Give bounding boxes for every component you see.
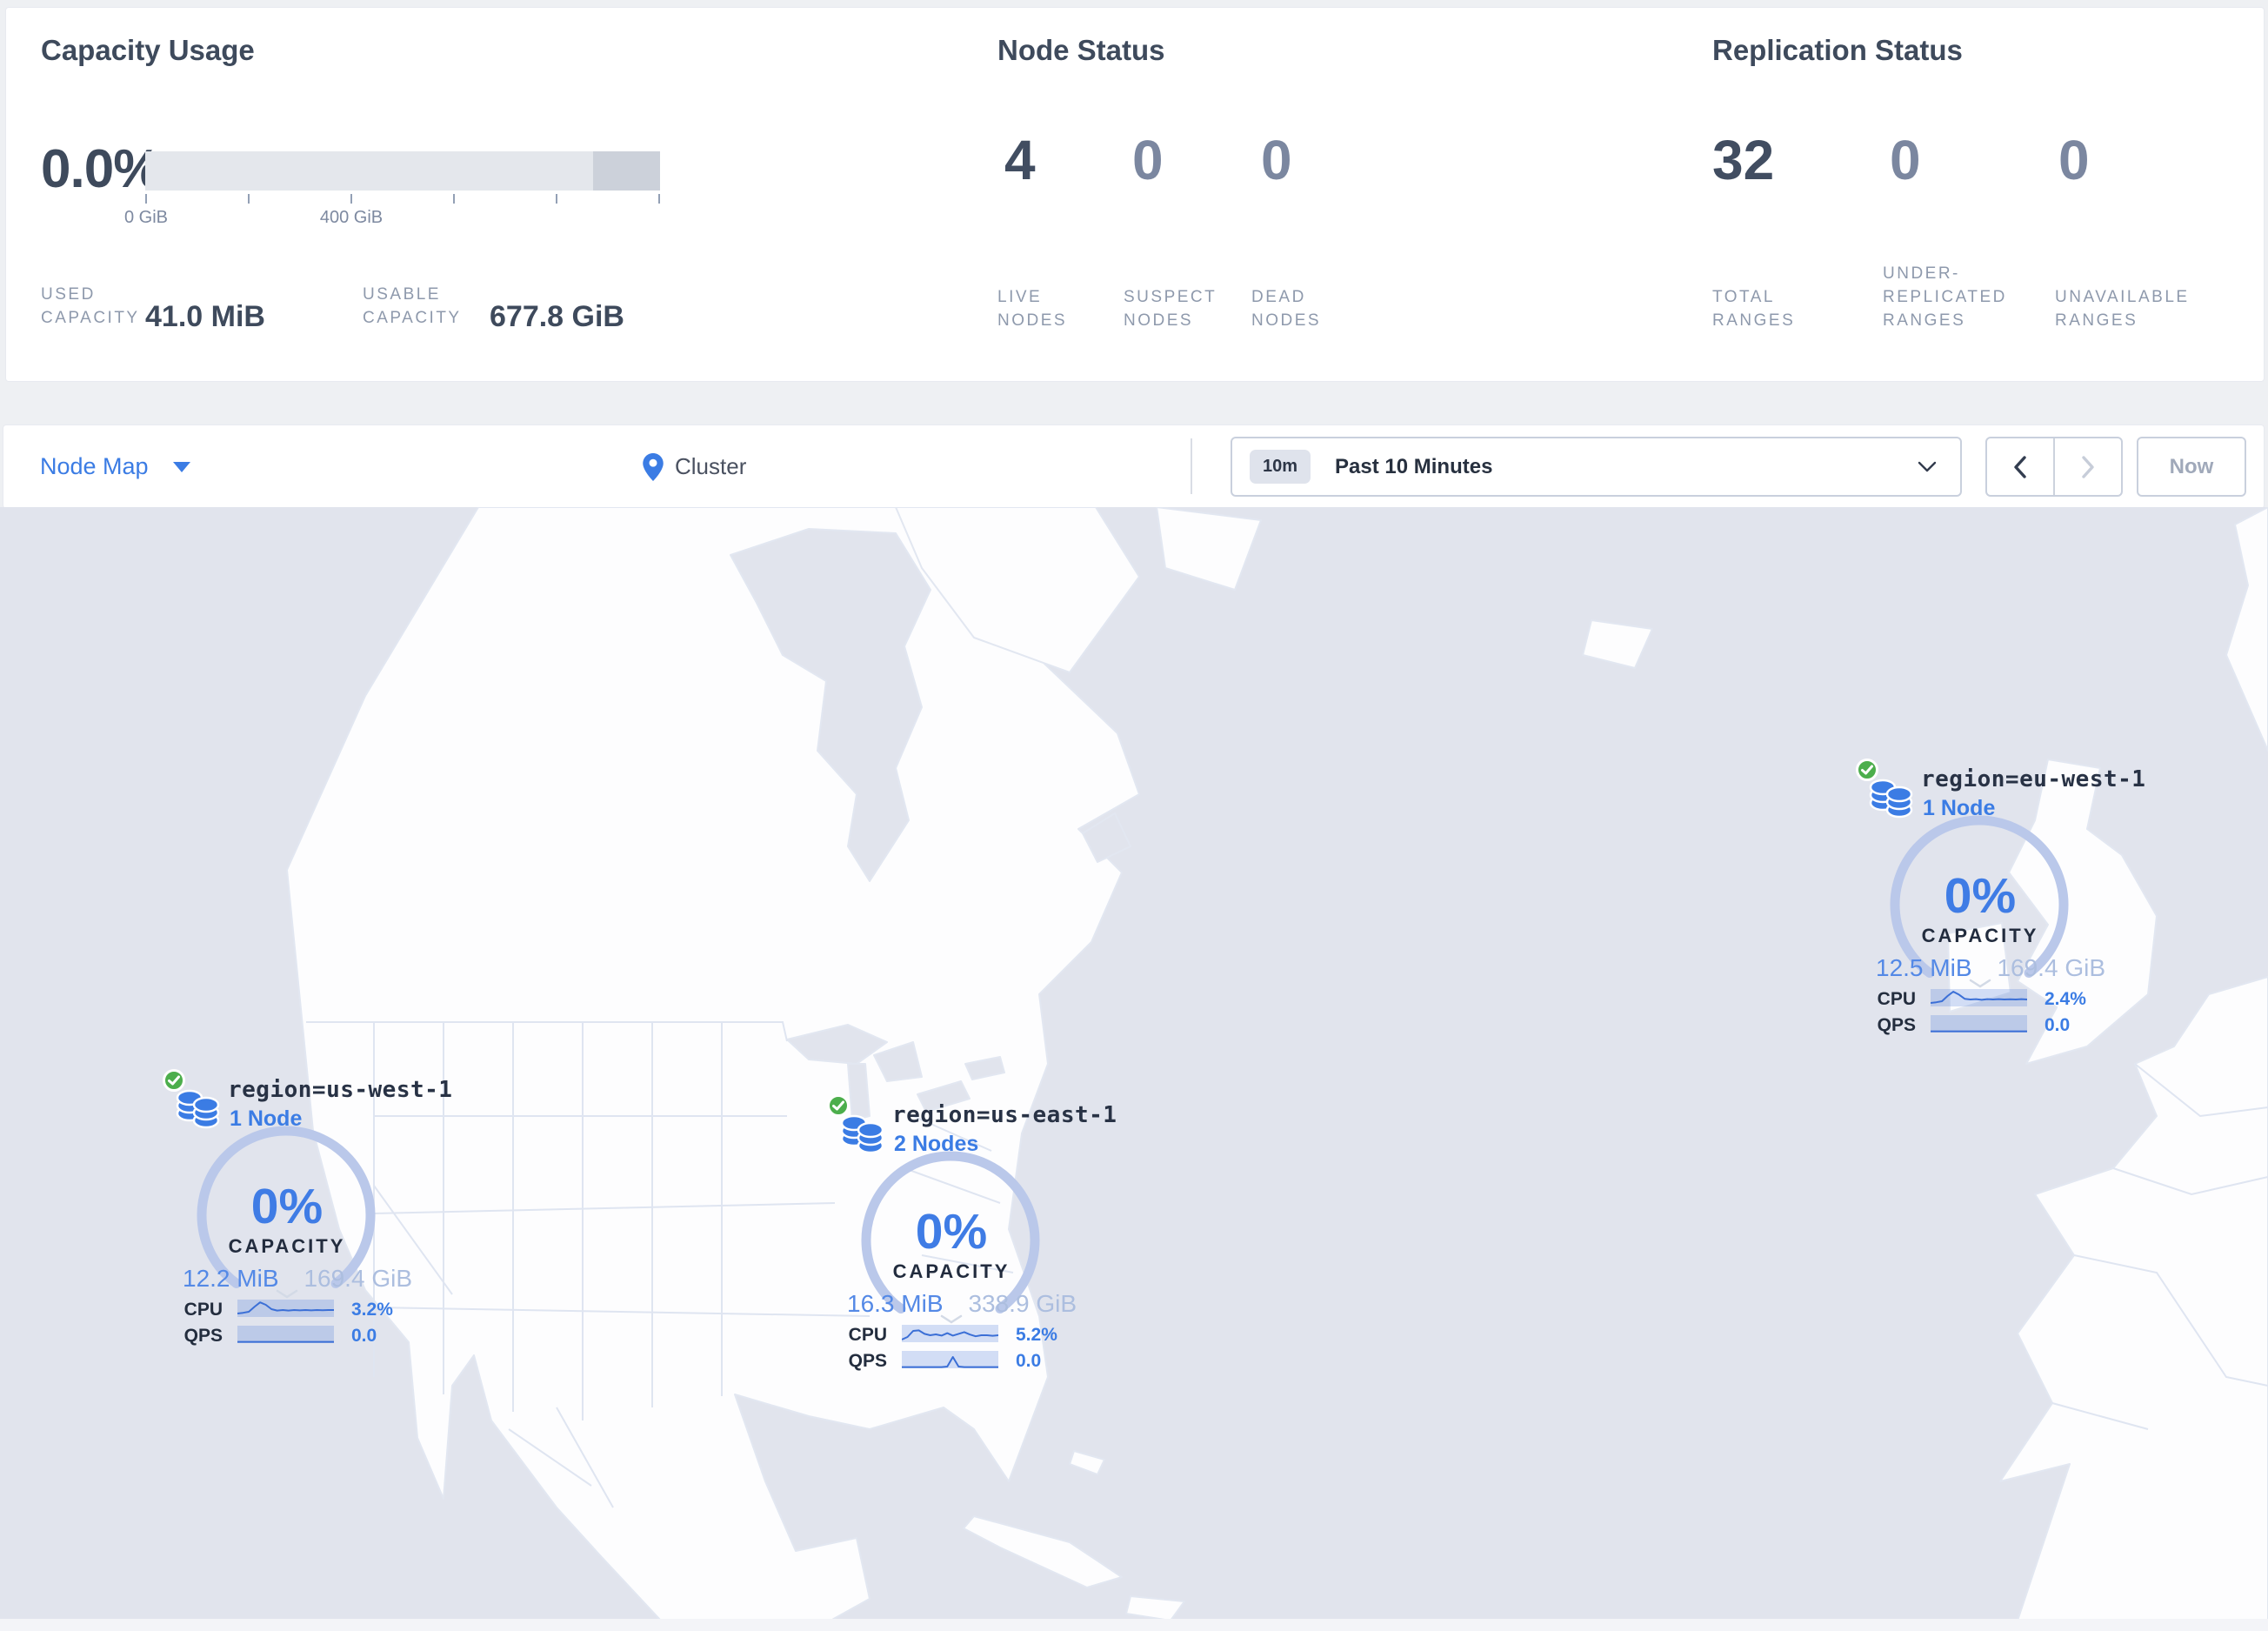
region-capacity-caption: CAPACITY <box>892 1260 1011 1282</box>
region-capacity-caption: CAPACITY <box>1921 925 2039 946</box>
node-status-title: Node Status <box>997 34 1165 66</box>
cpu-value: 2.4% <box>2045 989 2086 1009</box>
capacity-axis-tick <box>556 194 557 204</box>
capacity-usage-title: Capacity Usage <box>41 34 255 66</box>
now-button[interactable]: Now <box>2137 437 2246 497</box>
qps-label: QPS <box>1877 1015 1916 1035</box>
capacity-axis-tick <box>350 194 352 204</box>
region-used-capacity: 12.5 MiB <box>1876 954 1972 981</box>
region-capacity-percent: 0% <box>250 1179 324 1234</box>
time-range-label: Past 10 Minutes <box>1335 454 1493 478</box>
region-capacity-caption: CAPACITY <box>228 1235 346 1257</box>
dead-nodes-count: 0 <box>1261 129 1292 191</box>
world-map-graphic <box>0 507 2268 1621</box>
next-interval-button[interactable] <box>2055 438 2121 495</box>
chevron-down-icon <box>1918 461 1937 471</box>
used-capacity-value: 41.0 MiB <box>145 300 265 333</box>
map-footer-strip <box>0 1619 2268 1631</box>
region-label: region=eu-west-1 <box>1921 766 2146 792</box>
cluster-summary-panel: Capacity Usage 0.0% 0 GiB 400 GiB USED C… <box>5 7 2265 382</box>
cpu-label: CPU <box>1877 989 1916 1009</box>
view-selector-label: Node Map <box>40 453 149 479</box>
dropdown-triangle-icon <box>172 461 190 472</box>
cpu-label: CPU <box>848 1325 887 1345</box>
breadcrumb-label: Cluster <box>675 453 747 479</box>
toolbar-divider <box>1191 438 1192 494</box>
capacity-usage-bar <box>145 151 660 191</box>
node-map: region=us-west-1 1 Node 0% CAPACITY 12.2… <box>0 507 2268 1621</box>
qps-sparkline <box>237 1326 334 1343</box>
under-replicated-ranges-count: 0 <box>1890 129 1921 191</box>
map-toolbar: Node Map Cluster 10m Past 10 Minutes Now <box>3 424 2265 509</box>
capacity-axis-label-start: 0 GiB <box>123 208 169 227</box>
unavailable-ranges-label: UNAVAILABLE RANGES <box>2055 288 2190 330</box>
replication-status-title: Replication Status <box>1712 34 1963 66</box>
total-ranges-label: TOTAL RANGES <box>1712 288 1796 330</box>
region-capacity-percent: 0% <box>915 1204 988 1260</box>
region-total-capacity: 169.4 GiB <box>1997 954 2105 981</box>
region-total-capacity: 338.9 GiB <box>968 1290 1077 1317</box>
expand-chevron-icon[interactable] <box>939 1314 964 1325</box>
suspect-nodes-label: SUSPECT NODES <box>1124 288 1217 330</box>
total-ranges-count: 32 <box>1712 129 1775 191</box>
region-capacity-percent: 0% <box>1944 868 2017 924</box>
region-label: region=us-west-1 <box>228 1077 453 1103</box>
qps-label: QPS <box>183 1326 223 1346</box>
suspect-nodes-count: 0 <box>1132 129 1164 191</box>
cpu-value: 3.2% <box>351 1300 393 1320</box>
previous-interval-button[interactable] <box>1987 438 2055 495</box>
capacity-axis-tick <box>453 194 455 204</box>
region-used-capacity: 16.3 MiB <box>847 1290 944 1317</box>
cpu-value: 5.2% <box>1016 1325 1057 1345</box>
chevron-right-icon <box>2082 455 2094 478</box>
view-selector-dropdown[interactable]: Node Map <box>40 425 190 508</box>
live-nodes-label: LIVE NODES <box>997 288 1068 330</box>
map-pin-icon <box>643 452 664 481</box>
qps-value: 0.0 <box>1016 1351 1042 1371</box>
used-capacity-label: USED CAPACITY <box>41 285 140 327</box>
under-replicated-ranges-label: UNDER- REPLICATED RANGES <box>1883 264 2007 330</box>
qps-value: 0.0 <box>351 1326 377 1346</box>
usable-capacity-label: USABLE CAPACITY <box>363 285 462 327</box>
capacity-percent: 0.0% <box>41 139 161 199</box>
expand-chevron-icon[interactable] <box>275 1289 299 1300</box>
time-range-select[interactable]: 10m Past 10 Minutes <box>1231 437 1962 497</box>
chevron-left-icon <box>2014 455 2026 478</box>
unavailable-ranges-count: 0 <box>2058 129 2090 191</box>
time-range-badge: 10m <box>1250 450 1311 484</box>
live-nodes-count: 4 <box>1004 129 1036 191</box>
expand-chevron-icon[interactable] <box>1968 979 1992 989</box>
region-used-capacity: 12.2 MiB <box>183 1265 279 1292</box>
region-marker-us-east-1[interactable]: region=us-east-1 2 Nodes 0% CAPACITY 16.… <box>826 1093 1117 1385</box>
region-label: region=us-east-1 <box>892 1102 1117 1128</box>
qps-sparkline <box>902 1351 998 1368</box>
usable-capacity-value: 677.8 GiB <box>490 300 624 333</box>
capacity-bar-reserved-segment <box>593 151 660 191</box>
qps-label: QPS <box>848 1351 887 1371</box>
capacity-axis-tick <box>248 194 250 204</box>
time-step-controls <box>1985 437 2123 497</box>
cpu-sparkline <box>237 1300 334 1317</box>
capacity-axis-tick <box>658 194 660 204</box>
capacity-axis-tick <box>145 194 147 204</box>
cpu-label: CPU <box>183 1300 223 1320</box>
dead-nodes-label: DEAD NODES <box>1251 288 1322 330</box>
region-marker-eu-west-1[interactable]: region=eu-west-1 1 Node 0% CAPACITY 12.5… <box>1855 758 2145 1049</box>
region-marker-us-west-1[interactable]: region=us-west-1 1 Node 0% CAPACITY 12.2… <box>162 1068 452 1360</box>
qps-value: 0.0 <box>2045 1015 2071 1035</box>
capacity-axis-label-mid: 400 GiB <box>319 208 384 227</box>
cpu-sparkline <box>902 1325 998 1342</box>
qps-sparkline <box>1931 1015 2027 1033</box>
breadcrumb-cluster[interactable]: Cluster <box>643 425 746 508</box>
cpu-sparkline <box>1931 989 2027 1006</box>
region-total-capacity: 169.4 GiB <box>304 1265 412 1292</box>
